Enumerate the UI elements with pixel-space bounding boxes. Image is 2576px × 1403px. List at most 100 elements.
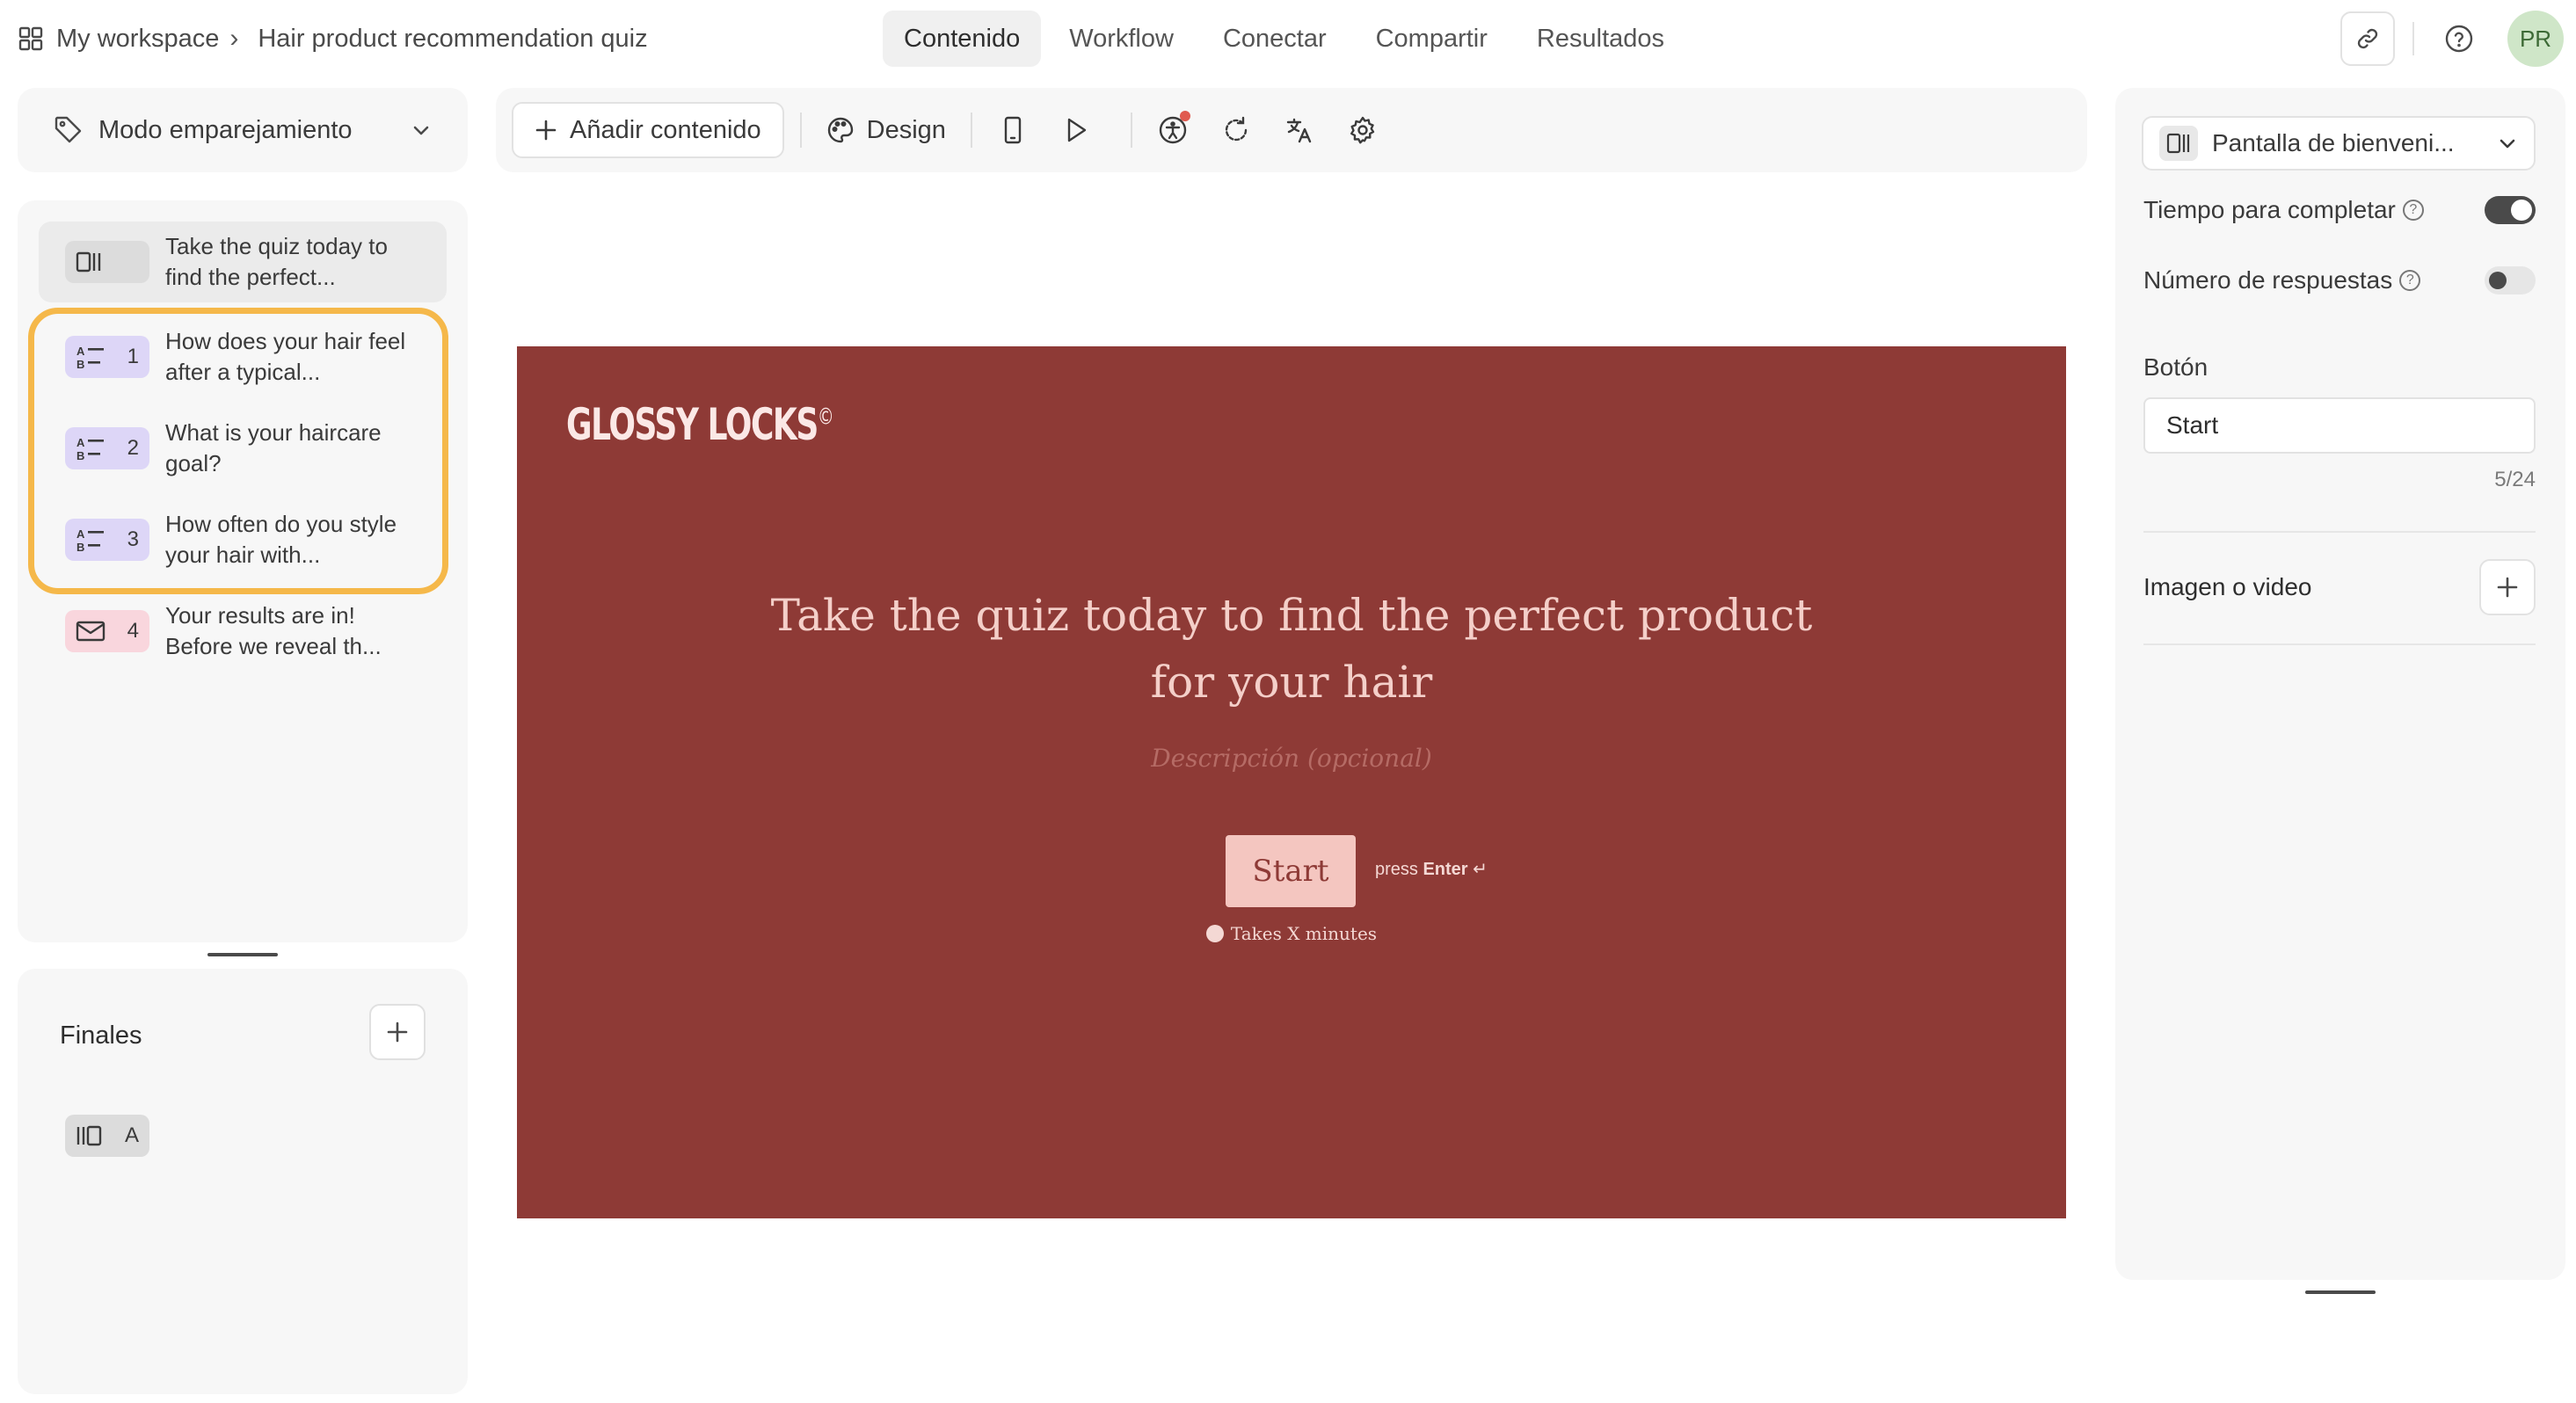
tab-resultados[interactable]: Resultados	[1516, 11, 1685, 67]
welcome-screen-icon	[2159, 126, 2198, 161]
brand-mark: ©	[817, 403, 834, 431]
ending-screen-icon	[76, 1124, 102, 1147]
button-label: Botón	[2143, 353, 2209, 381]
top-bar: My workspace › Hair product recommendati…	[0, 0, 2576, 77]
welcome-headline[interactable]: Take the quiz today to find the perfect …	[517, 582, 2066, 716]
divider	[1130, 113, 1132, 148]
time-to-complete-toggle[interactable]	[2485, 196, 2536, 224]
settings-button[interactable]	[1338, 105, 1387, 155]
design-label: Design	[866, 115, 946, 144]
press-prefix: press	[1375, 860, 1418, 879]
accessibility-button[interactable]	[1148, 105, 1197, 155]
divider	[799, 113, 802, 148]
gear-icon	[1348, 115, 1378, 145]
question-number: 4	[127, 619, 139, 643]
email-icon	[76, 620, 106, 643]
info-icon[interactable]: ?	[2399, 270, 2421, 291]
enter-icon: ↵	[1473, 860, 1488, 879]
preview-play-button[interactable]	[1052, 105, 1101, 155]
response-count-label: Número de respuestas	[2143, 266, 2393, 294]
mobile-preview-button[interactable]	[988, 105, 1037, 155]
main-nav: Contenido Workflow Conectar Compartir Re…	[883, 11, 1692, 67]
play-icon	[1063, 116, 1089, 144]
endings-panel: Finales A	[18, 969, 468, 1394]
tab-contenido[interactable]: Contenido	[883, 11, 1042, 67]
ending-item[interactable]: A	[65, 1115, 149, 1157]
plus-icon	[2496, 576, 2519, 599]
list-item-question-4[interactable]: 4 Your results are in! Before we reveal …	[39, 587, 447, 675]
chevron-down-icon	[410, 119, 433, 142]
chevron-down-icon	[2497, 133, 2518, 154]
add-content-label: Añadir contenido	[570, 115, 761, 144]
response-count-toggle[interactable]	[2485, 266, 2536, 294]
start-button[interactable]: Start	[1226, 835, 1356, 907]
list-item-text: Your results are in! Before we reveal th…	[165, 602, 382, 659]
add-media-button[interactable]	[2479, 559, 2536, 615]
brand-logo: GLOSSY LOCKS©	[566, 399, 834, 450]
logic-button[interactable]	[1212, 105, 1261, 155]
screen-type-dropdown[interactable]: Pantalla de bienveni...	[2142, 116, 2536, 171]
list-item-welcome[interactable]: Take the quiz today to find the perfect.…	[39, 222, 447, 302]
divider	[2143, 643, 2536, 645]
apps-grid-icon[interactable]	[18, 25, 44, 52]
welcome-screen-icon	[76, 251, 102, 273]
list-item-text: Take the quiz today to find the perfect.…	[165, 233, 388, 290]
notification-dot	[1179, 111, 1190, 121]
time-to-complete-label: Tiempo para completar	[2143, 196, 2396, 223]
translate-icon	[1284, 115, 1314, 145]
matching-mode-dropdown[interactable]: Modo emparejamiento	[18, 88, 468, 172]
tag-icon	[53, 114, 84, 146]
resize-handle[interactable]	[2305, 1290, 2376, 1294]
properties-panel: Pantalla de bienveni... Tiempo para comp…	[2115, 88, 2565, 1280]
matching-mode-label: Modo emparejamiento	[98, 115, 353, 144]
question-type-chip: 4	[65, 610, 149, 652]
add-ending-button[interactable]	[369, 1004, 426, 1060]
welcome-screen-chip	[65, 241, 149, 283]
press-key: Enter	[1423, 860, 1468, 879]
time-estimate-text: Takes X minutes	[1230, 923, 1378, 944]
tab-workflow[interactable]: Workflow	[1048, 11, 1195, 67]
logic-refresh-icon	[1221, 115, 1251, 145]
help-button[interactable]	[2432, 11, 2486, 66]
breadcrumb-workspace[interactable]: My workspace	[56, 25, 219, 54]
copy-link-button[interactable]	[2340, 11, 2395, 66]
editor-toolbar: Añadir contenido Design	[496, 88, 2087, 172]
divider	[2412, 22, 2414, 55]
endings-label: Finales	[60, 1021, 142, 1050]
description-placeholder[interactable]: Descripción (opcional)	[517, 744, 2066, 773]
press-enter-hint: press Enter ↵	[1375, 858, 1488, 880]
headline-line-1: Take the quiz today to find the perfect …	[770, 590, 1813, 641]
headline-line-2: for your hair	[1150, 657, 1433, 708]
design-button[interactable]: Design	[818, 116, 955, 145]
ending-letter: A	[124, 1123, 139, 1147]
help-icon	[2444, 24, 2474, 54]
breadcrumb-separator: ›	[229, 24, 239, 53]
clock-icon	[1205, 925, 1224, 942]
response-count-row: Número de respuestas ?	[2143, 265, 2536, 295]
breadcrumb: My workspace › Hair product recommendati…	[18, 19, 648, 58]
tab-conectar[interactable]: Conectar	[1202, 11, 1348, 67]
welcome-screen-preview[interactable]: GLOSSY LOCKS© Take the quiz today to fin…	[517, 346, 2066, 1218]
time-to-complete-row: Tiempo para completar ?	[2143, 195, 2536, 225]
time-estimate: Takes X minutes	[517, 923, 2066, 944]
plus-icon	[535, 119, 557, 142]
form-title[interactable]: Hair product recommendation quiz	[258, 25, 647, 54]
info-icon[interactable]: ?	[2402, 200, 2424, 221]
plus-icon	[385, 1020, 410, 1044]
top-right-actions: PR	[2340, 11, 2564, 67]
media-label: Imagen o video	[2143, 573, 2312, 600]
resize-handle[interactable]	[207, 953, 278, 956]
palette-icon	[826, 116, 855, 144]
mobile-icon	[1002, 116, 1023, 144]
avatar[interactable]: PR	[2507, 11, 2564, 67]
divider	[2143, 531, 2536, 533]
tab-compartir[interactable]: Compartir	[1355, 11, 1509, 67]
highlight-outline	[28, 308, 448, 594]
screen-type-label: Pantalla de bienveni...	[2212, 129, 2455, 156]
button-text-input[interactable]: Start	[2143, 397, 2536, 454]
translate-button[interactable]	[1275, 105, 1324, 155]
link-icon	[2354, 25, 2381, 52]
char-counter: 5/24	[2494, 468, 2536, 491]
divider	[970, 113, 972, 148]
add-content-button[interactable]: Añadir contenido	[512, 102, 784, 158]
